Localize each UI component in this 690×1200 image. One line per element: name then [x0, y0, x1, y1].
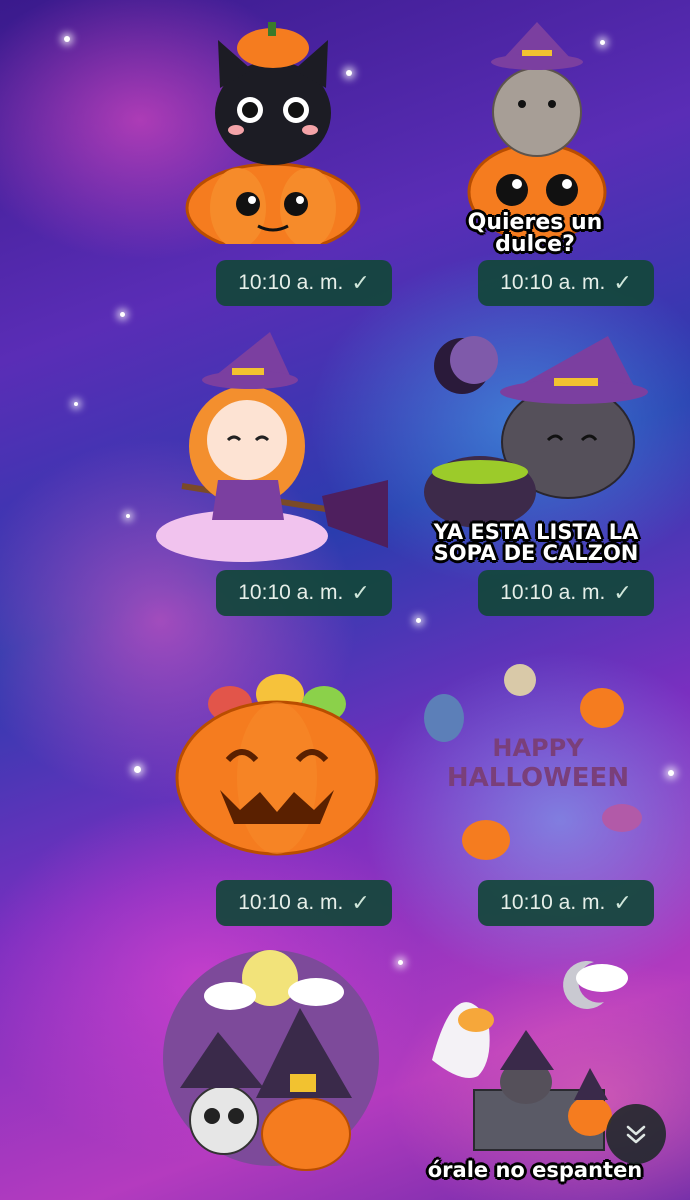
- sticker-jack-o-lantern-candy[interactable]: [170, 664, 384, 860]
- check-icon: ✓: [351, 580, 370, 605]
- sticker-happy-halloween[interactable]: HAPPY HALLOWEEN: [416, 656, 660, 866]
- background-star: [398, 960, 403, 965]
- message-time-badge: 10:10 a. m. ✓: [478, 570, 654, 616]
- halloween-text-happy: HAPPY: [492, 734, 584, 762]
- message-time: 10:10 a. m.: [500, 891, 606, 914]
- message-time: 10:10 a. m.: [500, 271, 606, 294]
- background-star: [120, 312, 125, 317]
- sticker-caption: YA ESTA LISTA LA SOPA DE CALZON: [433, 520, 639, 565]
- message-time-badge: 10:10 a. m. ✓: [478, 880, 654, 926]
- check-icon: ✓: [351, 890, 370, 915]
- sticker-ghost-cat-coffin[interactable]: [418, 950, 638, 1162]
- sticker-skull-pumpkin-witches[interactable]: [160, 948, 382, 1182]
- message-time-badge: 10:10 a. m. ✓: [216, 260, 392, 306]
- halloween-text-halloween: HALLOWEEN: [447, 763, 629, 793]
- background-star: [416, 618, 421, 623]
- sticker-cat-pumpkin[interactable]: [178, 18, 368, 244]
- message-time: 10:10 a. m.: [238, 581, 344, 604]
- message-time-badge: 10:10 a. m. ✓: [216, 570, 392, 616]
- message-time-badge: 10:10 a. m. ✓: [478, 260, 654, 306]
- sticker-witch-girl-broom[interactable]: [152, 330, 392, 566]
- sticker-cat-witch-cauldron[interactable]: [418, 332, 658, 532]
- message-time: 10:10 a. m.: [238, 271, 344, 294]
- check-icon: ✓: [613, 270, 632, 295]
- background-star: [668, 770, 674, 776]
- background-star: [126, 514, 130, 518]
- sticker-caption: Quieres un dulce?: [467, 210, 603, 257]
- check-icon: ✓: [613, 580, 632, 605]
- message-time: 10:10 a. m.: [500, 581, 606, 604]
- background-star: [64, 36, 70, 42]
- check-icon: ✓: [613, 890, 632, 915]
- message-time: 10:10 a. m.: [238, 891, 344, 914]
- background-star: [74, 402, 78, 406]
- sticker-grey-cat-pumpkin[interactable]: [462, 20, 612, 240]
- check-icon: ✓: [351, 270, 370, 295]
- double-chevron-down-icon: [626, 1125, 646, 1144]
- background-star: [134, 766, 141, 773]
- message-time-badge: 10:10 a. m. ✓: [216, 880, 392, 926]
- sticker-caption: órale no espanten: [427, 1158, 643, 1182]
- scroll-to-bottom-button[interactable]: [606, 1104, 666, 1164]
